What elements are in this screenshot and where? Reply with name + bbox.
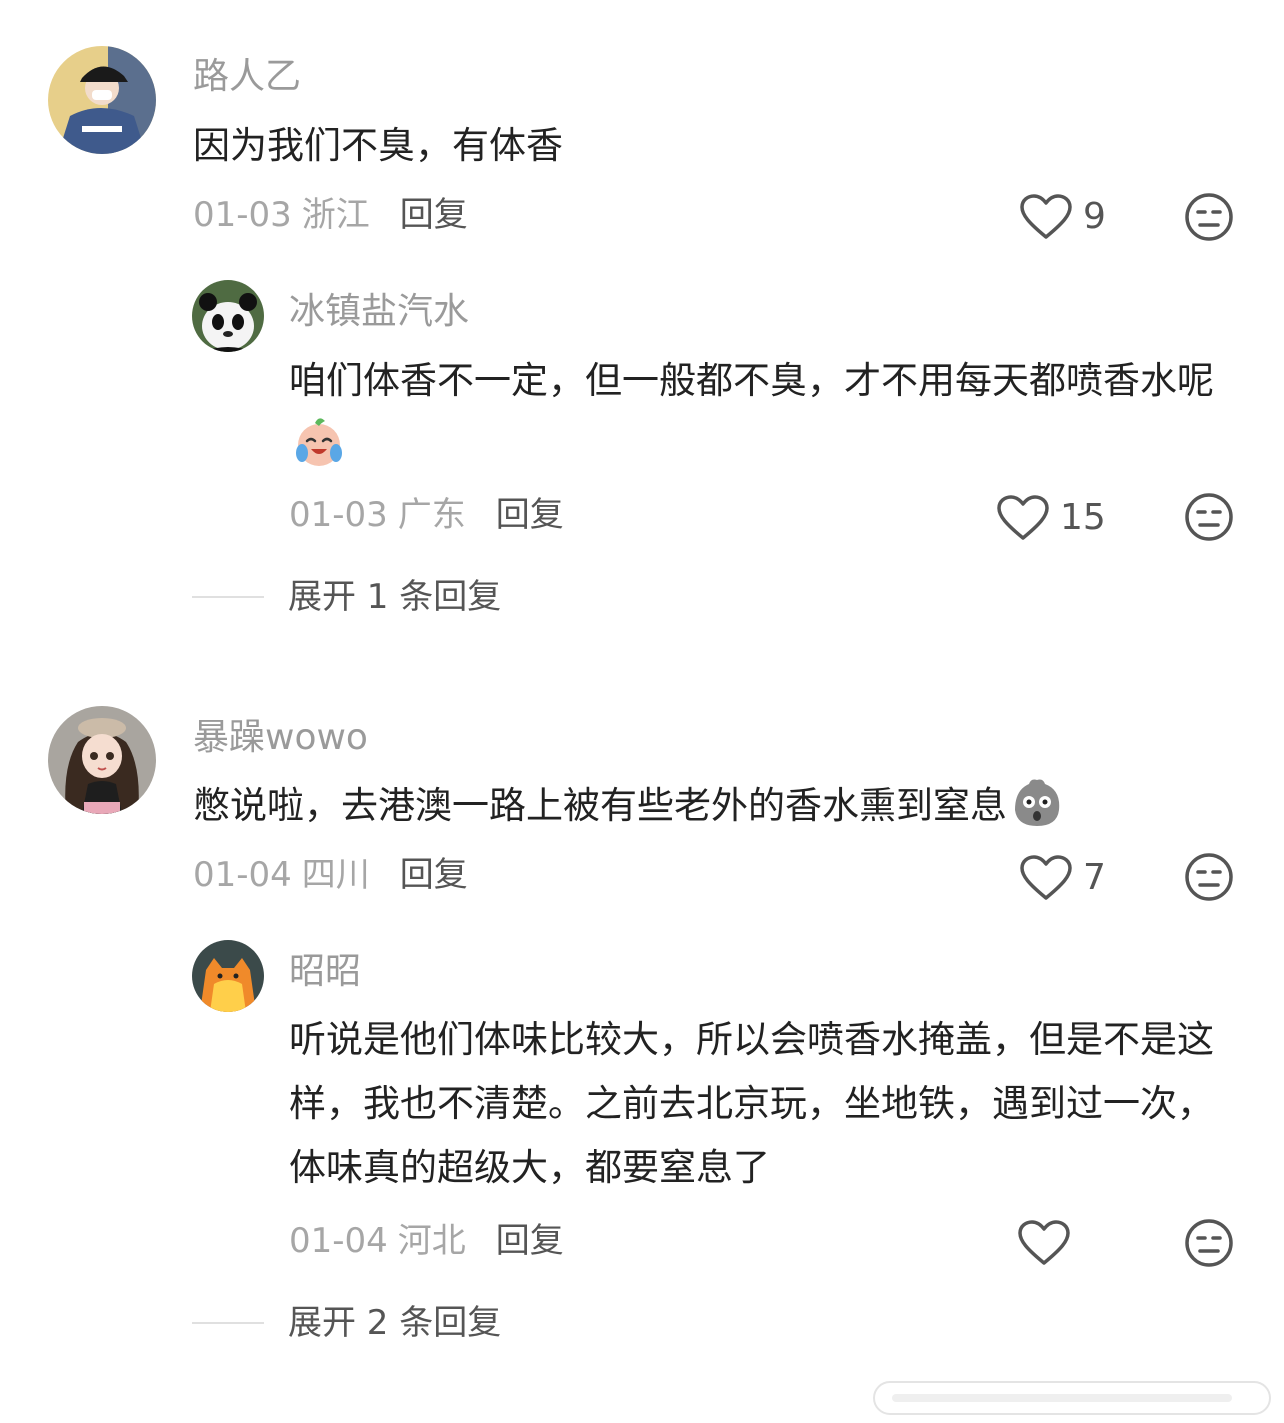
expand-replies-button[interactable]: 展开 1 条回复 xyxy=(192,575,501,619)
reply-button[interactable]: 回复 xyxy=(400,855,468,895)
comment-meta: 01-04 四川 回复 xyxy=(193,853,468,897)
orange-cat-avatar-icon xyxy=(192,940,264,1012)
heart-icon xyxy=(1018,1220,1070,1265)
expand-replies-button[interactable]: 展开 2 条回复 xyxy=(192,1301,501,1345)
dislike-button[interactable] xyxy=(1184,1218,1234,1268)
meh-face-icon xyxy=(1185,493,1233,541)
heart-icon xyxy=(1020,855,1072,900)
reply-button[interactable]: 回复 xyxy=(496,495,564,535)
expand-replies-label: 展开 1 条回复 xyxy=(288,577,502,617)
username[interactable]: 昭昭 xyxy=(289,950,361,994)
reply-region: 广东 xyxy=(397,495,466,535)
expand-replies-label: 展开 2 条回复 xyxy=(288,1303,502,1343)
dislike-button[interactable] xyxy=(1184,852,1234,902)
meh-face-icon xyxy=(1185,193,1233,241)
username[interactable]: 冰镇盐汽水 xyxy=(289,290,469,334)
reply-button[interactable]: 回复 xyxy=(400,195,468,235)
watermark-logo xyxy=(872,1378,1272,1418)
avatar-bingzhen[interactable] xyxy=(192,280,264,352)
reply-date: 01-03 xyxy=(289,495,388,535)
username[interactable]: 暴躁wowo xyxy=(193,716,368,760)
like-button[interactable]: 9 xyxy=(1019,193,1106,241)
heart-icon xyxy=(1020,194,1072,239)
comment-date: 01-04 xyxy=(193,855,292,895)
crying-laughing-emoji-icon xyxy=(291,413,347,469)
comment-region: 浙江 xyxy=(301,195,370,235)
avatar-luren-yi[interactable] xyxy=(48,46,156,154)
divider-line xyxy=(192,596,264,598)
reply-meta: 01-04 河北 回复 xyxy=(289,1219,564,1263)
heart-icon xyxy=(997,495,1049,540)
reply-meta: 01-03 广东 回复 xyxy=(289,493,564,537)
comment-region: 四川 xyxy=(301,855,370,895)
meh-face-icon xyxy=(1185,853,1233,901)
dislike-button[interactable] xyxy=(1184,492,1234,542)
comment-text: 憋说啦，去港澳一路上被有些老外的香水熏到窒息 xyxy=(193,774,1253,838)
comment-text-content: 憋说啦，去港澳一路上被有些老外的香水熏到窒息 xyxy=(193,784,1007,827)
person-in-cap-avatar-icon xyxy=(48,46,156,154)
avatar-baozao-wowo[interactable] xyxy=(48,706,156,814)
reply-button[interactable]: 回复 xyxy=(496,1221,564,1261)
username[interactable]: 路人乙 xyxy=(193,55,301,99)
like-count: 9 xyxy=(1083,196,1106,237)
comment-date: 01-03 xyxy=(193,195,292,235)
like-button[interactable]: 15 xyxy=(996,494,1106,542)
like-count: 7 xyxy=(1083,857,1106,898)
like-count: 15 xyxy=(1060,497,1106,538)
comment-meta: 01-03 浙江 回复 xyxy=(193,193,468,237)
like-button[interactable]: 7 xyxy=(1019,854,1106,902)
reply-text: 咱们体香不一定，但一般都不臭，才不用每天都喷香水呢 xyxy=(289,349,1229,477)
panda-avatar-icon xyxy=(192,280,264,352)
dislike-button[interactable] xyxy=(1184,192,1234,242)
reply-text-content: 咱们体香不一定，但一般都不臭，才不用每天都喷香水呢 xyxy=(289,359,1214,402)
doll-girl-avatar-icon xyxy=(48,706,156,814)
reply-text: 听说是他们体味比较大，所以会喷香水掩盖，但是不是这样，我也不清楚。之前去北京玩，… xyxy=(289,1018,1214,1189)
comment-text: 因为我们不臭，有体香 xyxy=(193,124,563,167)
avatar-zhaozhao[interactable] xyxy=(192,940,264,1012)
reply-region: 河北 xyxy=(397,1221,466,1261)
like-button[interactable] xyxy=(1017,1219,1081,1267)
divider-line xyxy=(192,1322,264,1324)
reply-date: 01-04 xyxy=(289,1221,388,1261)
meh-face-icon xyxy=(1185,1219,1233,1267)
shocked-gray-emoji-icon xyxy=(1009,774,1065,830)
